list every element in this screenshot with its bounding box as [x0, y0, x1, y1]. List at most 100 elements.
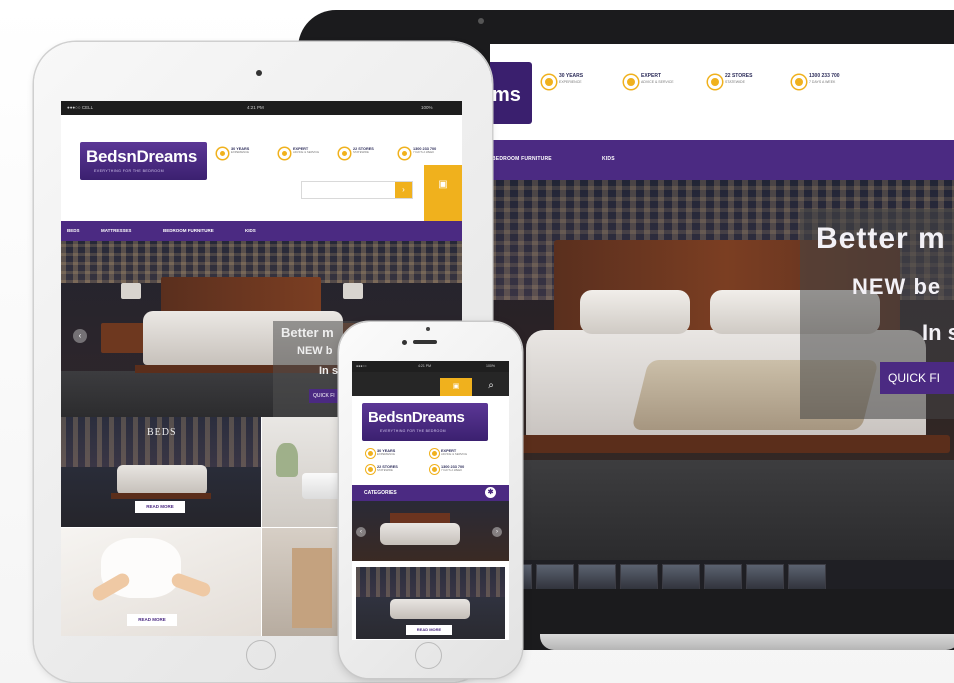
thumbnail[interactable]	[620, 564, 658, 589]
battery-label: 100%	[421, 105, 433, 110]
phone-icon	[430, 465, 439, 474]
battery-label: 100%	[486, 364, 495, 368]
categories-label: CATEGORIES	[364, 490, 397, 496]
thumbnail[interactable]	[746, 564, 784, 589]
badge-subtitle: ADVICE & SERVICE	[641, 79, 674, 84]
phone-icon	[399, 148, 410, 159]
badge-stores: 22 STORES STATEWIDE	[339, 147, 374, 159]
hero-tagline: In s	[922, 320, 954, 345]
category-tile-beds[interactable]: BEDS READ MORE	[61, 417, 261, 527]
badge-phone[interactable]: 1300 233 700 7 DAYS A WEEK	[792, 73, 840, 89]
tablet-status-bar: ●●●○○ CELL 4:21 PM 100%	[61, 101, 462, 115]
cart-button[interactable]: ▣	[424, 165, 462, 221]
status-time: 4:21 PM	[247, 105, 264, 110]
tablet-logo[interactable]: BedsnDreams EVERYTHING FOR THE BEDROOM	[80, 142, 207, 180]
category-tile-bedding[interactable]: READ MORE	[61, 528, 261, 636]
badge-subtitle: EXPERIENCE	[559, 79, 582, 84]
location-pin-icon	[339, 148, 350, 159]
status-time: 4:21 PM	[418, 364, 432, 368]
badge-subtitle: EXPERIENCE	[231, 150, 250, 155]
thumbnail[interactable]	[662, 564, 700, 589]
hero-tagline: In s	[319, 365, 338, 377]
mattress-image	[380, 523, 460, 545]
badge-subtitle: ADVICE & SERVICE	[441, 452, 468, 457]
nav-item-bedroom-furniture[interactable]: BEDROOM FURNITURE	[492, 156, 552, 162]
badge-years: 30 YEARS EXPERIENCE	[366, 449, 395, 458]
read-more-button[interactable]: READ MORE	[406, 625, 452, 635]
read-more-button[interactable]: READ MORE	[127, 614, 177, 626]
laptop-logo[interactable]: ms	[490, 62, 532, 124]
tablet-camera	[256, 70, 262, 76]
speech-bubble-icon	[624, 75, 638, 89]
badge-title: 22 STORES	[725, 73, 753, 79]
badge-years: 30 YEARS EXPERIENCE	[217, 147, 249, 159]
badge-title: 1300 233 700	[809, 73, 840, 79]
cart-button[interactable]: ▣	[440, 378, 472, 396]
city-window-backdrop	[61, 417, 261, 467]
location-pin-icon	[708, 75, 722, 89]
chevron-left-icon[interactable]: ‹	[73, 329, 87, 343]
hero-subheadline: NEW be	[852, 274, 942, 299]
tablet-home-button[interactable]	[246, 640, 276, 670]
chevron-left-icon[interactable]: ‹	[356, 527, 366, 537]
badge-subtitle: STATEWIDE	[377, 468, 393, 473]
nav-item-kids[interactable]: KIDS	[602, 156, 615, 162]
logo-tagline: EVERYTHING FOR THE BEDROOM	[380, 429, 446, 433]
check-icon	[542, 75, 556, 89]
speech-bubble-icon	[430, 449, 439, 458]
read-more-button[interactable]: READ MORE	[135, 501, 185, 513]
phone-home-button[interactable]	[415, 642, 442, 669]
hero-headline: Better m	[281, 325, 334, 340]
bedframe-image	[111, 493, 211, 499]
laptop-camera	[478, 18, 484, 24]
laptop-base	[540, 634, 954, 650]
hero-quick-find-button[interactable]: QUICK FI	[880, 362, 954, 394]
feet-image	[169, 571, 213, 599]
logo-wordmark: BedsnDreams	[86, 147, 198, 166]
badge-subtitle: EXPERIENCE	[377, 452, 396, 457]
search-icon[interactable]: ⌕	[483, 378, 499, 394]
cart-icon: ▣	[452, 383, 460, 390]
nav-item-mattresses[interactable]: MATTRESSES	[101, 228, 131, 233]
floor-image	[490, 460, 954, 560]
badge-expert: EXPERT ADVICE & SERVICE	[279, 147, 319, 159]
laptop-main-nav: BEDROOM FURNITURE KIDS	[490, 140, 954, 180]
laptop-thumbnail-strip	[490, 560, 954, 589]
hero-subheadline: NEW b	[297, 345, 333, 357]
badge-subtitle: 7 DAYS A WEEK	[413, 150, 435, 155]
badge-title: 30 YEARS	[559, 73, 584, 79]
categories-bar[interactable]: CATEGORIES ✱	[352, 485, 509, 501]
badge-phone[interactable]: 1300 233 700 7 DAYS A WEEK	[430, 465, 464, 474]
badge-subtitle: STATEWIDE	[725, 79, 745, 84]
badge-stores: 22 STORES STATEWIDE	[366, 465, 398, 474]
logo-tagline: EVERYTHING FOR THE BEDROOM	[94, 169, 164, 173]
phone-front-camera	[426, 327, 430, 331]
logo-wordmark: BedsnDreams	[368, 409, 465, 426]
thumbnail[interactable]	[704, 564, 742, 589]
badge-stores: 22 STORES STATEWIDE	[708, 73, 753, 89]
dresser-image	[292, 548, 332, 628]
check-icon	[366, 449, 375, 458]
phone-logo[interactable]: BedsnDreams EVERYTHING FOR THE BEDROOM	[362, 403, 488, 441]
phone-icon	[792, 75, 806, 89]
tile-title: BEDS	[147, 427, 177, 438]
speech-bubble-icon	[279, 148, 290, 159]
bedframe-image	[510, 435, 950, 453]
thumbnail[interactable]	[536, 564, 574, 589]
chevron-right-icon[interactable]: ›	[492, 527, 502, 537]
nav-item-bedroom-furniture[interactable]: BEDROOM FURNITURE	[163, 228, 214, 233]
location-pin-icon	[366, 465, 375, 474]
nav-item-beds[interactable]: BEDS	[67, 228, 80, 233]
badge-phone[interactable]: 1300 233 700 7 DAYS A WEEK	[399, 147, 436, 159]
thumbnail[interactable]	[788, 564, 826, 589]
lamp-image	[121, 283, 141, 299]
badge-subtitle: ADVICE & SERVICE	[293, 150, 320, 155]
badge-subtitle: 7 DAYS A WEEK	[809, 79, 836, 84]
search-button[interactable]: ›	[395, 182, 412, 198]
gear-icon[interactable]: ✱	[485, 487, 496, 498]
phone-screen: ●●●○○ 4:21 PM 100% ▣ ⌕ BedsnDreams EVERY…	[352, 361, 509, 640]
thumbnail[interactable]	[578, 564, 616, 589]
nav-item-kids[interactable]: KIDS	[245, 228, 256, 233]
phone-speaker	[413, 340, 437, 344]
hero-headline: Better m	[816, 222, 946, 255]
